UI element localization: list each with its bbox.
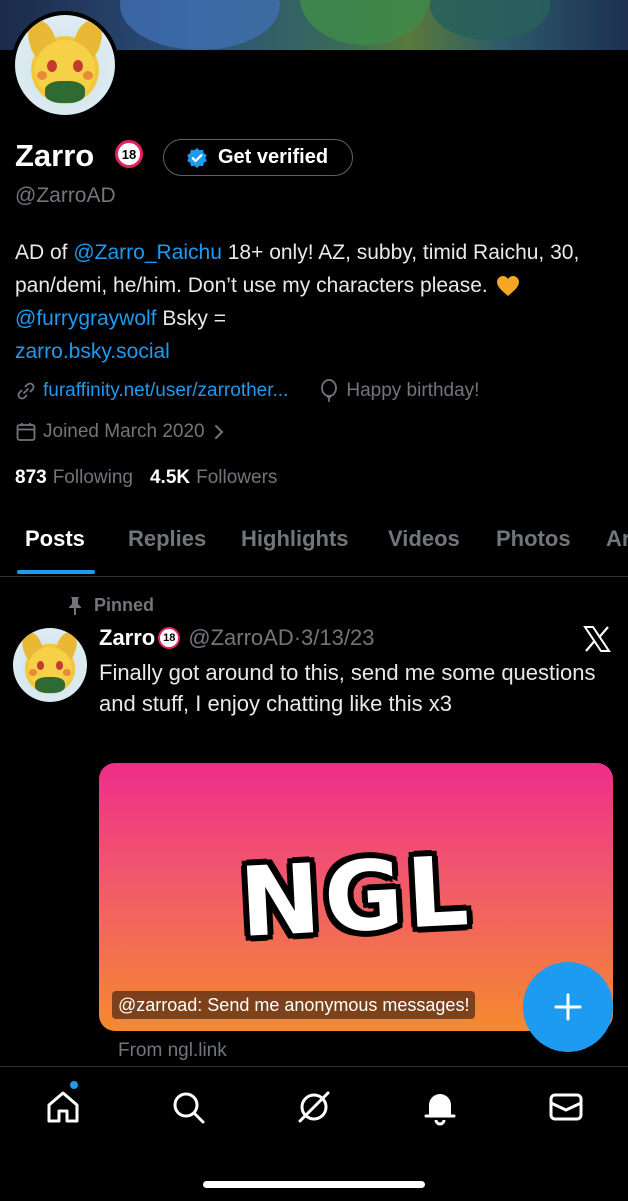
profile-joined-date: Joined March 2020 <box>43 421 205 442</box>
tab-articles[interactable]: Ar <box>606 526 628 552</box>
home-indicator-bar[interactable] <box>203 1181 425 1188</box>
link-icon <box>17 382 35 400</box>
get-verified-label: Get verified <box>218 146 329 168</box>
profile-joined-row[interactable]: Joined March 2020 <box>15 421 231 443</box>
card-source[interactable]: From ngl.link <box>118 1040 227 1062</box>
following-count: 873 <box>15 467 47 488</box>
bio-mention-link[interactable]: @furrygraywolf <box>15 307 157 330</box>
verified-badge-icon <box>187 147 207 168</box>
tab-photos[interactable]: Photos <box>496 526 571 552</box>
tab-posts[interactable]: Posts <box>25 526 85 552</box>
followers-count: 4.5K <box>149 467 191 488</box>
bio-mention-link[interactable]: @Zarro_Raichu <box>73 241 222 264</box>
orange-heart-icon <box>496 276 519 297</box>
search-icon[interactable] <box>168 1087 208 1127</box>
age-18-badge-icon: 18 <box>115 140 143 168</box>
bottom-navigation <box>0 1066 628 1201</box>
post-author-avatar[interactable] <box>13 628 87 702</box>
home-icon[interactable] <box>43 1087 83 1127</box>
pinned-indicator: Pinned <box>66 595 154 616</box>
compose-post-button[interactable] <box>523 962 613 1052</box>
post-text: Finally got around to this, send me some… <box>99 660 596 716</box>
tab-videos[interactable]: Videos <box>388 526 460 552</box>
grok-icon[interactable] <box>294 1087 334 1127</box>
following-stat[interactable]: 873 Following <box>15 467 133 489</box>
profile-tabs: Posts Replies Highlights Videos Photos A… <box>0 520 628 577</box>
profile-birthday: Happy birthday! <box>346 380 480 401</box>
calendar-icon <box>16 423 36 441</box>
notifications-bell-icon[interactable] <box>420 1087 460 1127</box>
card-caption: @zarroad: Send me anonymous messages! <box>112 991 476 1019</box>
home-notification-dot <box>70 1081 78 1089</box>
chevron-right-icon <box>214 425 224 439</box>
balloon-icon <box>321 379 338 402</box>
post-author-name[interactable]: Zarro <box>99 625 155 651</box>
ngl-logo-text: NGL <box>237 834 475 960</box>
active-tab-indicator <box>17 570 95 574</box>
x-logo-icon[interactable] <box>582 624 612 654</box>
post-separator: · <box>293 625 302 650</box>
messages-envelope-icon[interactable] <box>546 1087 586 1127</box>
followers-stat[interactable]: 4.5K Followers <box>150 467 277 489</box>
plus-icon <box>554 993 582 1021</box>
followers-label: Followers <box>196 467 278 488</box>
tab-highlights[interactable]: Highlights <box>241 526 349 552</box>
profile-name: Zarro <box>15 138 95 173</box>
pinned-label: Pinned <box>94 595 155 615</box>
get-verified-button[interactable]: Get verified <box>163 139 353 176</box>
profile-avatar[interactable] <box>11 11 119 119</box>
profile-meta-row: furaffinity.net/user/zarrother... Happy … <box>15 379 479 403</box>
bio-text: AD of <box>15 241 74 264</box>
tab-replies[interactable]: Replies <box>128 526 206 552</box>
bio-bsky-link[interactable]: zarro.bsky.social <box>15 340 170 363</box>
age-18-badge-icon: 18 <box>158 627 181 649</box>
post-date[interactable]: 3/13/23 <box>301 625 374 651</box>
profile-website-link[interactable]: furaffinity.net/user/zarrother... <box>43 380 288 402</box>
following-label: Following <box>52 467 133 488</box>
profile-stats: 873 Following 4.5K Followers <box>15 467 277 489</box>
pin-icon <box>69 596 81 615</box>
profile-bio: AD of @Zarro_Raichu 18+ only! AZ, subby,… <box>15 236 615 368</box>
profile-handle: @ZarroAD <box>15 184 116 207</box>
bio-text: Bsky = <box>156 307 226 330</box>
post-author-handle[interactable]: @ZarroAD <box>188 625 293 651</box>
post-header: Zarro 18 @ZarroAD · 3/13/23 <box>99 625 374 651</box>
